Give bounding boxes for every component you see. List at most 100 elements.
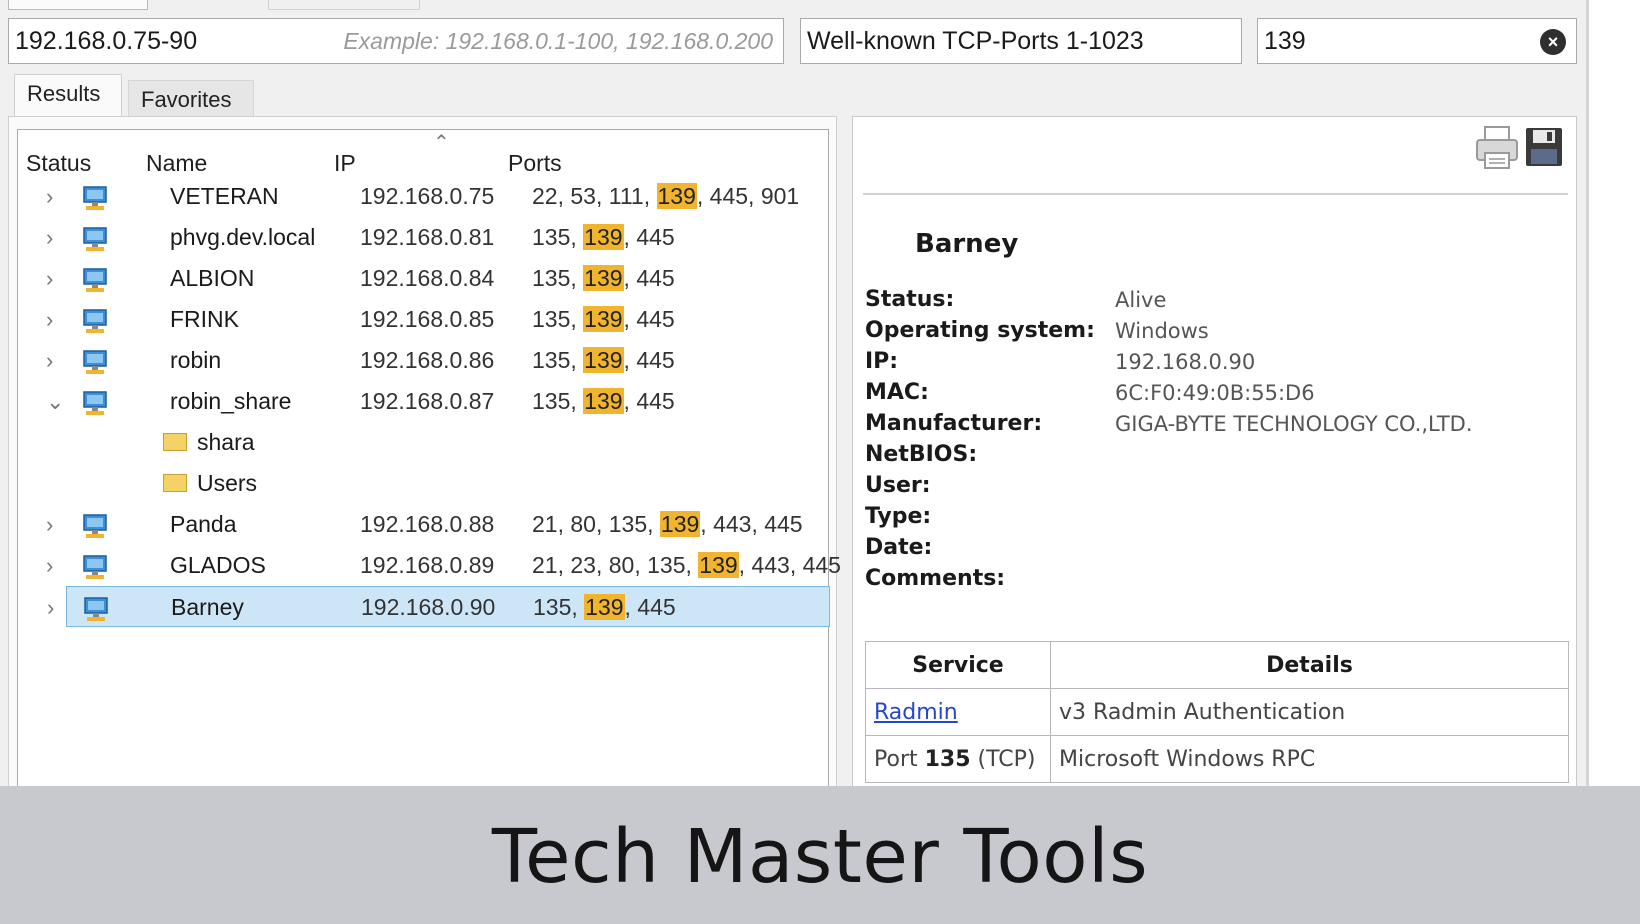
service-link-radmin[interactable]: Radmin — [874, 700, 958, 725]
host-name: ALBION — [170, 265, 255, 291]
folder-icon — [163, 432, 187, 451]
computer-icon — [82, 389, 108, 415]
table-row[interactable]: › robin 192.168.0.86 135, 139, 445 — [30, 340, 830, 381]
top-tab-stub[interactable] — [8, 0, 148, 10]
chevron-right-icon[interactable]: › — [46, 299, 53, 340]
computer-icon — [82, 266, 108, 292]
computer-icon — [82, 553, 108, 579]
detail-value: Windows — [1115, 319, 1209, 343]
clear-filter-icon[interactable]: × — [1540, 29, 1566, 55]
port-number: 445 — [764, 511, 803, 537]
ip-range-value: 192.168.0.75-90 — [15, 27, 198, 55]
host-ports: 135, 139, 445 — [532, 388, 675, 414]
chevron-right-icon[interactable]: › — [46, 217, 53, 258]
host-name: FRINK — [170, 306, 239, 332]
computer-icon — [83, 595, 109, 621]
host-ports: 135, 139, 445 — [533, 594, 676, 620]
port-number: 111 — [608, 183, 644, 209]
save-icon[interactable] — [1525, 127, 1563, 167]
computer-icon — [82, 184, 108, 210]
column-header-details: Details — [1050, 641, 1569, 689]
tab-results[interactable]: Results — [14, 74, 122, 118]
port-number: 21 — [532, 511, 558, 537]
chevron-down-icon[interactable]: ⌄ — [46, 381, 64, 422]
port-number: 23 — [570, 552, 596, 578]
detail-value: 6C:F0:49:0B:55:D6 — [1115, 381, 1315, 405]
table-row[interactable]: ⌄ robin_share 192.168.0.87 135, 139, 445 — [30, 381, 830, 422]
service-port-number: 135 — [924, 746, 971, 772]
port-number: 135 — [532, 388, 571, 414]
detail-value: Alive — [1115, 288, 1167, 312]
host-ports: 22, 53, 111, 139, 445, 901 — [532, 183, 800, 209]
port-filter-input[interactable]: 139 × — [1257, 18, 1577, 64]
detail-label: NetBIOS: — [865, 442, 978, 467]
port-preset-select[interactable]: Well-known TCP-Ports 1-1023 — [800, 18, 1242, 64]
chevron-right-icon[interactable]: › — [46, 545, 53, 586]
chevron-right-icon[interactable]: › — [46, 340, 53, 381]
chevron-right-icon[interactable]: › — [46, 258, 53, 299]
column-header-ip[interactable]: IP — [334, 150, 356, 177]
highlighted-port: 139 — [583, 347, 624, 373]
tab-label: Favorites — [141, 87, 232, 112]
share-folder-item[interactable]: shara — [163, 422, 255, 463]
detail-label: Type: — [865, 504, 932, 529]
host-name: Barney — [171, 594, 244, 620]
port-number: 135 — [532, 224, 571, 250]
column-header-name[interactable]: Name — [146, 150, 207, 177]
host-ip: 192.168.0.81 — [360, 224, 495, 250]
table-row[interactable]: › VETERAN 192.168.0.75 22, 53, 111, 139, 44… — [30, 176, 830, 217]
column-header-ports[interactable]: Ports — [508, 150, 562, 177]
host-ports: 21, 80, 135, 139, 443, 445 — [532, 511, 803, 537]
host-ip: 192.168.0.87 — [360, 388, 495, 414]
computer-icon — [82, 512, 108, 538]
port-number: 135 — [647, 552, 686, 578]
details-panel: Barney Status: Alive Operating system: Wind… — [852, 116, 1577, 786]
host-ip: 192.168.0.84 — [360, 265, 495, 291]
port-number: 443 — [751, 552, 790, 578]
port-number: 135 — [532, 306, 571, 332]
table-row[interactable]: › FRINK 192.168.0.85 135, 139, 445 — [30, 299, 830, 340]
port-number: 445 — [802, 552, 841, 578]
share-folder-item[interactable]: Users — [163, 463, 257, 504]
print-icon[interactable] — [1475, 125, 1519, 171]
host-ip: 192.168.0.86 — [360, 347, 495, 373]
ip-range-input[interactable]: 192.168.0.75-90 Example: 192.168.0.1-100… — [8, 18, 784, 64]
column-header-status[interactable]: Status — [26, 150, 91, 177]
table-row[interactable]: › Panda 192.168.0.88 21, 80, 135, 139, 443,… — [30, 504, 830, 545]
computer-icon — [82, 307, 108, 333]
port-number: 445 — [636, 224, 675, 250]
host-ip: 192.168.0.75 — [360, 183, 495, 209]
table-row: Radmin v3 Radmin Authentication — [865, 688, 1569, 736]
port-filter-value: 139 — [1264, 27, 1306, 55]
chevron-right-icon[interactable]: › — [47, 587, 54, 628]
sort-ascending-icon: ⌃ — [433, 132, 450, 154]
highlighted-port: 139 — [583, 265, 624, 291]
tab-label: Results — [27, 81, 101, 106]
tab-favorites[interactable]: Favorites — [128, 80, 254, 118]
chevron-right-icon[interactable]: › — [46, 176, 53, 217]
port-number: 21 — [532, 552, 558, 578]
column-header-service: Service — [865, 641, 1051, 689]
details-cell: Microsoft Windows RPC — [1050, 735, 1569, 783]
folder-name: shara — [197, 429, 255, 455]
folder-name: Users — [197, 470, 258, 496]
highlighted-port: 139 — [583, 388, 624, 414]
caption-banner: Tech Master Tools — [0, 786, 1640, 924]
service-port-suffix: (TCP) — [970, 746, 1036, 772]
service-cell: Port 135 (TCP) — [865, 735, 1051, 783]
table-row[interactable]: › ALBION 192.168.0.84 135, 139, 445 — [30, 258, 830, 299]
table-row[interactable]: › Barney 192.168.0.90 135, 139, 445 — [47, 586, 830, 627]
table-row[interactable]: › phvg.dev.local 192.168.0.81 135, 139, 445 — [30, 217, 830, 258]
host-ip: 192.168.0.85 — [360, 306, 495, 332]
highlighted-port: 139 — [656, 183, 697, 209]
table-row[interactable]: › GLADOS 192.168.0.89 21, 23, 80, 135, 139,… — [30, 545, 841, 586]
chevron-right-icon[interactable]: › — [46, 504, 53, 545]
top-tab-stub[interactable] — [268, 0, 420, 10]
service-table: Service Details Radmin v3 Radmin Authent… — [865, 641, 1569, 783]
results-list[interactable]: Status Name IP ⌃ Ports › VETERAN 192.168.0… — [17, 129, 841, 786]
detail-label: Date: — [865, 535, 933, 560]
table-header-row: Service Details — [865, 641, 1569, 689]
host-ports: 135, 139, 445 — [532, 306, 675, 332]
highlighted-port: 139 — [583, 306, 624, 332]
detail-label: User: — [865, 473, 931, 498]
